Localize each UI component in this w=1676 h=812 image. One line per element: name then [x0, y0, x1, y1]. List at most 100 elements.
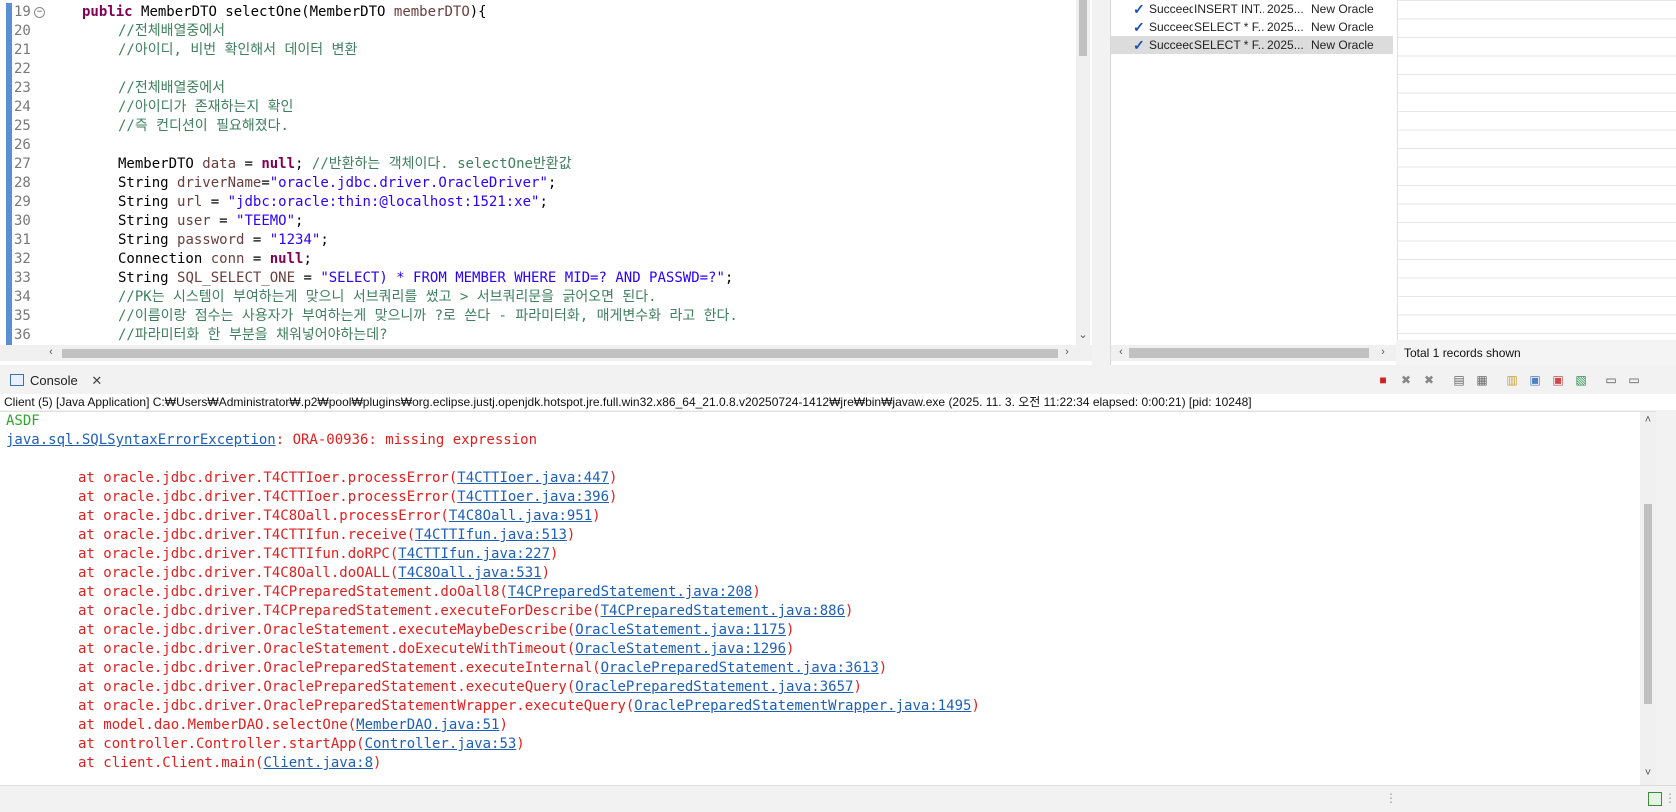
code-line[interactable]: 19− public MemberDTO selectOne(MemberDTO … — [0, 3, 1075, 22]
code-line[interactable]: 25 //즉 컨디션이 필요해졌다. — [0, 117, 1075, 136]
code-text: //아이디, 비번 확인해서 데이터 변환 — [118, 41, 357, 60]
history-cell-conn: New Oracle — [1311, 2, 1374, 16]
code-line[interactable]: 34 //PK는 시스템이 부여하는게 맞으니 서브쿼리를 썼고 > 서브쿼리문을… — [0, 288, 1075, 307]
scroll-down-arrow-icon[interactable]: ⌄ — [1076, 328, 1090, 341]
history-scroll-left-icon[interactable]: ‹ — [1115, 346, 1127, 358]
scroll-right-arrow-icon[interactable]: › — [1060, 346, 1074, 358]
console-line: at oracle.jdbc.driver.T4CPreparedStateme… — [78, 602, 853, 621]
stack-frame-link[interactable]: T4CPreparedStatement.java:208 — [508, 584, 752, 600]
stack-frame-link[interactable]: T4C8Oall.java:951 — [449, 508, 592, 524]
line-number: 32 — [14, 251, 31, 267]
console-vertical-scrollbar[interactable]: ˄ ˅ — [1640, 412, 1656, 785]
pin-console-icon[interactable]: ▧ — [1574, 373, 1588, 387]
code-token: String — [118, 213, 178, 229]
change-marker — [6, 22, 12, 41]
stack-frame-paren: ) — [592, 508, 601, 524]
stack-frame-link[interactable]: OraclePreparedStatement.java:3657 — [575, 679, 853, 695]
code-token: = — [244, 232, 270, 248]
history-row[interactable]: ✓ SucceededSELECT * F...2025... New Oracle — [1111, 36, 1393, 54]
code-line[interactable]: 24 //아이디가 존재하는지 확인 — [0, 98, 1075, 117]
tab-console[interactable]: Console ✕ — [6, 368, 109, 396]
history-cell-sql: SELECT * F... — [1194, 38, 1264, 52]
open-console-icon[interactable]: ▭ — [1627, 373, 1641, 387]
stack-frame-link[interactable]: T4CPreparedStatement.java:886 — [601, 603, 845, 619]
fold-collapse-icon[interactable]: − — [34, 7, 45, 18]
console-scroll-up-icon[interactable]: ˄ — [1642, 414, 1654, 426]
code-line[interactable]: 23 //전체배열중에서 — [0, 79, 1075, 98]
console-line: at oracle.jdbc.driver.OracleStatement.do… — [78, 640, 794, 659]
history-row[interactable]: ✓ SucceededSELECT * F...2025... New Oracle — [1111, 18, 1393, 36]
editor-vertical-scrollbar[interactable]: ⌄ — [1076, 0, 1090, 345]
code-token: String — [118, 194, 178, 210]
show-stderr-icon[interactable]: ▣ — [1551, 373, 1565, 387]
code-token: SQL_SELECT_ONE — [177, 270, 296, 286]
scroll-lock-icon[interactable]: ▦ — [1475, 373, 1489, 387]
code-line[interactable]: 20 //전체배열중에서 — [0, 22, 1075, 41]
stack-frame-link[interactable]: OracleStatement.java:1175 — [575, 622, 786, 638]
line-number: 24 — [14, 99, 31, 115]
code-line[interactable]: 27 MemberDTO data = null; //반환하는 객체이다. se… — [0, 155, 1075, 174]
terminate-icon[interactable]: ■ — [1376, 373, 1390, 387]
history-hscroll-thumb[interactable] — [1129, 348, 1369, 358]
clear-console-icon[interactable]: ▤ — [1452, 373, 1466, 387]
code-line[interactable]: 26 — [0, 136, 1075, 155]
remove-all-icon[interactable]: ✖ — [1422, 373, 1436, 387]
progress-icon[interactable] — [1648, 792, 1662, 806]
result-grid[interactable] — [1397, 0, 1676, 340]
code-line[interactable]: 33 String SQL_SELECT_ONE = "SELECT) * FRO… — [0, 269, 1075, 288]
code-text: //아이디가 존재하는지 확인 — [118, 98, 293, 117]
stack-frame-link[interactable]: OraclePreparedStatementWrapper.java:1495 — [634, 698, 971, 714]
console-line: at oracle.jdbc.driver.T4CTTIoer.processE… — [78, 469, 617, 488]
code-line[interactable]: 28 String driverName="oracle.jdbc.driver.… — [0, 174, 1075, 193]
code-text: //PK는 시스템이 부여하는게 맞으니 서브쿼리를 썼고 > 서브쿼리문을 긁… — [118, 288, 657, 307]
exception-link[interactable]: java.sql.SQLSyntaxErrorException — [6, 432, 276, 448]
stack-frame-link[interactable]: OracleStatement.java:1296 — [575, 641, 786, 657]
stack-frame-link[interactable]: Controller.java:53 — [365, 736, 517, 752]
stack-frame-link[interactable]: T4CTTIfun.java:513 — [415, 527, 567, 543]
close-icon[interactable]: ✕ — [91, 373, 102, 388]
stack-frame-link[interactable]: T4C8Oall.java:531 — [398, 565, 541, 581]
stack-frame-paren: ) — [845, 603, 854, 619]
remove-launch-icon[interactable]: ✖ — [1399, 373, 1413, 387]
editor-vscroll-thumb[interactable] — [1079, 0, 1087, 56]
code-line[interactable]: 30 String user = "TEEMO"; — [0, 212, 1075, 231]
stack-frame-link[interactable]: T4CTTIoer.java:447 — [457, 470, 609, 486]
console-vscroll-thumb[interactable] — [1644, 504, 1652, 704]
history-row[interactable]: ✓ SucceededINSERT INT...2025... New Oracle — [1111, 0, 1393, 18]
code-token: String — [118, 232, 178, 248]
show-stdout-icon[interactable]: ▣ — [1528, 373, 1542, 387]
change-marker — [6, 250, 12, 269]
code-line[interactable]: 32 Connection conn = null; — [0, 250, 1075, 269]
code-line[interactable]: 31 String password = "1234"; — [0, 231, 1075, 250]
code-token: = — [236, 156, 262, 172]
stack-frame-link[interactable]: MemberDAO.java:51 — [356, 717, 499, 733]
stack-frame-link[interactable]: OraclePreparedStatement.java:3613 — [601, 660, 879, 676]
editor-horizontal-scrollbar[interactable]: ‹ › — [0, 345, 1092, 361]
code-line[interactable]: 22 — [0, 60, 1075, 79]
console-scroll-down-icon[interactable]: ˅ — [1642, 767, 1654, 779]
stack-frame-link[interactable]: Client.java:8 — [263, 755, 373, 771]
code-line[interactable]: 36 //파라미터화 한 부분을 채워넣어야하는데? — [0, 326, 1075, 345]
history-scroll-right-icon[interactable]: › — [1377, 346, 1389, 358]
console-output[interactable]: ASDF java.sql.SQLSyntaxErrorException: OR… — [0, 411, 1656, 785]
stack-frame-link[interactable]: T4CTTIfun.java:227 — [398, 546, 550, 562]
code-line[interactable]: 29 String url = "jdbc:oracle:thin:@localh… — [0, 193, 1075, 212]
code-line[interactable]: 35 //이름이랑 점수는 사용자가 부여하는게 맞으니까 ?로 쓴다 - 파라미… — [0, 307, 1075, 326]
change-marker — [6, 60, 12, 79]
scroll-left-arrow-icon[interactable]: ‹ — [44, 346, 58, 358]
code-token: conn — [210, 251, 245, 267]
word-wrap-icon[interactable]: ▥ — [1505, 373, 1519, 387]
display-console-icon[interactable]: ▭ — [1604, 373, 1618, 387]
code-line[interactable]: 21 //아이디, 비번 확인해서 데이터 변환 — [0, 41, 1075, 60]
editor-hscroll-thumb[interactable] — [62, 349, 1058, 358]
history-horizontal-scrollbar[interactable]: ‹ › — [1111, 345, 1397, 361]
code-token: String — [118, 175, 178, 191]
change-marker — [6, 136, 12, 155]
history-cell-date: 2025... — [1267, 38, 1304, 52]
stack-frame-link[interactable]: T4CTTIoer.java:396 — [457, 489, 609, 505]
code-token: public — [82, 4, 142, 20]
launch-info: Client (5) [Java Application] C:₩Users₩A… — [0, 394, 1676, 410]
code-editor[interactable]: 19− public MemberDTO selectOne(MemberDTO … — [0, 0, 1092, 365]
line-number: 28 — [14, 175, 31, 191]
stack-frame-text: at oracle.jdbc.driver.OraclePreparedStat… — [78, 679, 576, 695]
